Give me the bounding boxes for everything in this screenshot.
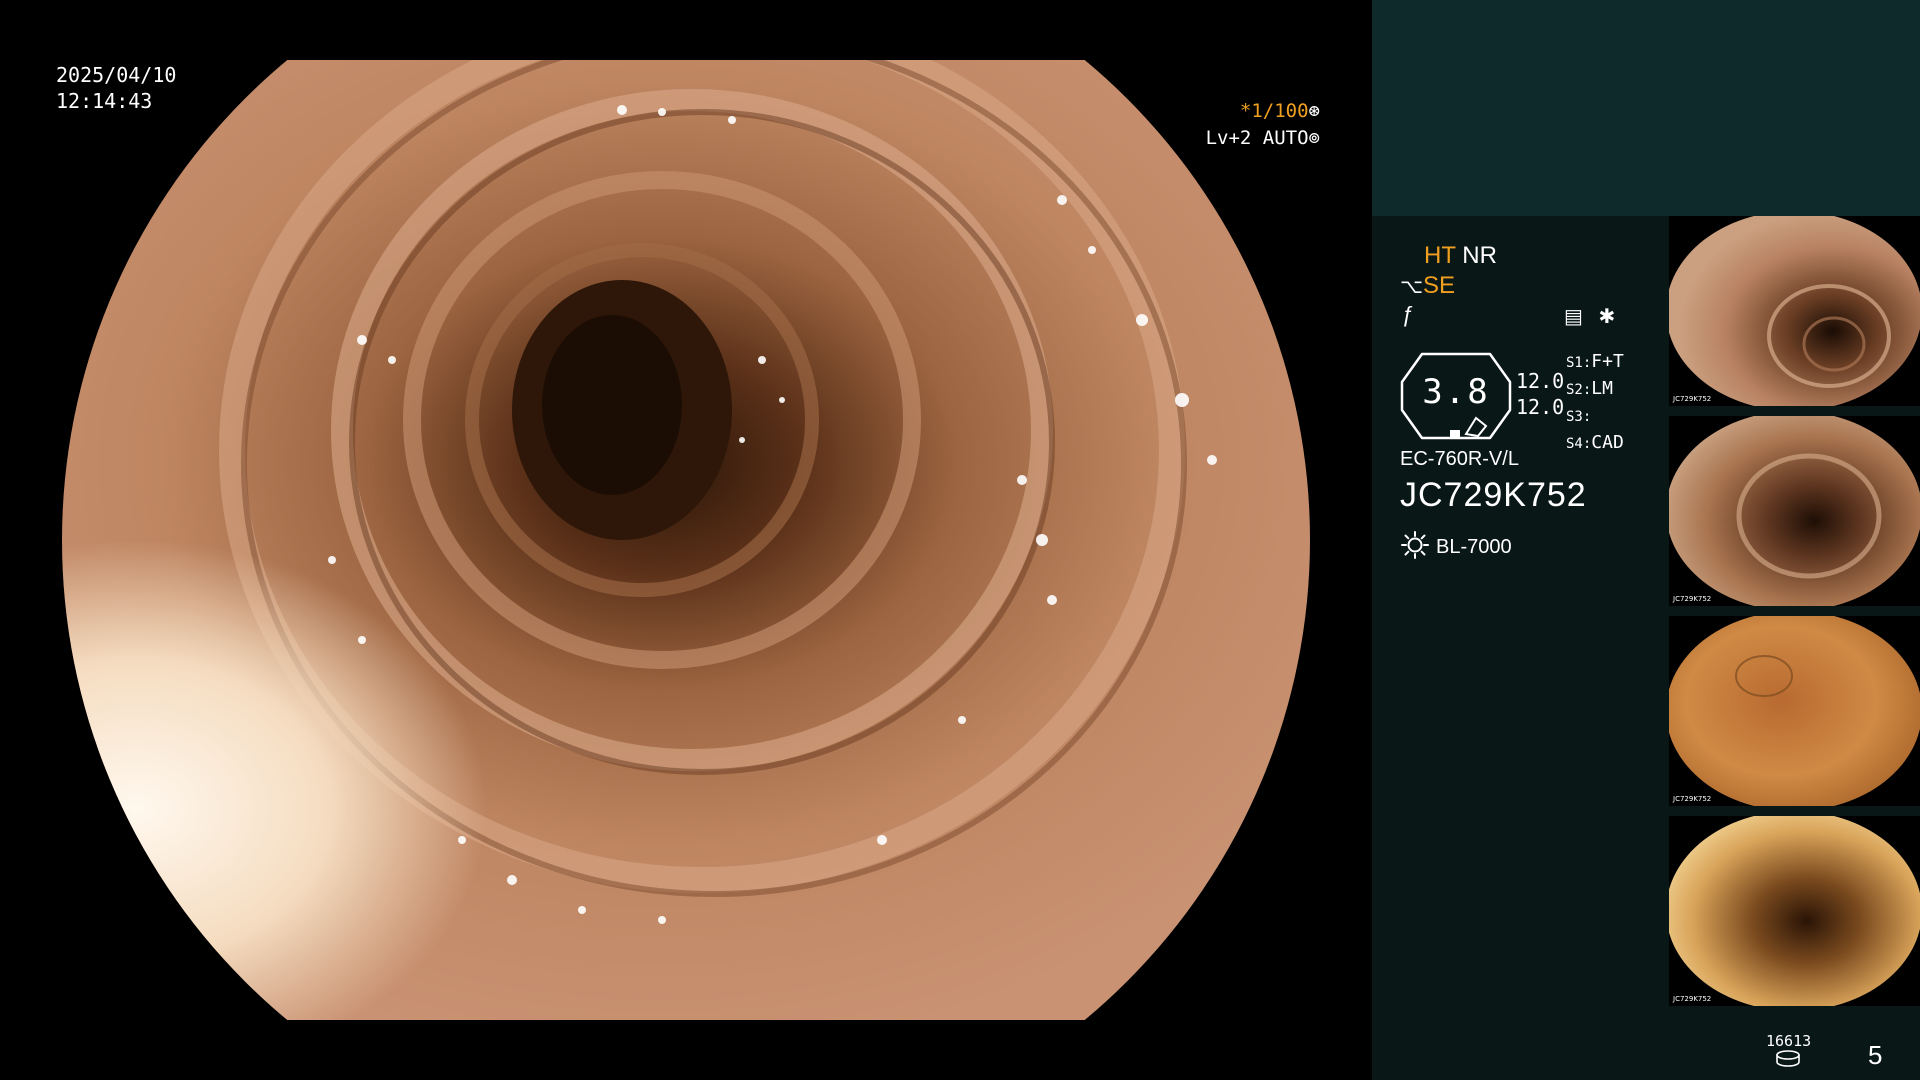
info-panel: HT NR ⌥SE ƒ ▤ ✱ 3.8 12.0 12.0 S1:F+T S2:… <box>1372 0 1920 1080</box>
capture-thumbnail[interactable]: JC729K752 <box>1669 816 1920 1006</box>
light-source-icon <box>1401 531 1429 559</box>
level-text: Lv+2 AUTO <box>1205 127 1309 149</box>
shutter-readout: *1/100⊛ Lv+2 AUTO⊚ <box>1180 98 1320 152</box>
preset-item: S1:F+T <box>1566 351 1624 372</box>
se-label: SE <box>1423 272 1456 299</box>
preset-item: S3: <box>1566 409 1592 425</box>
capture-thumbnail[interactable]: JC729K752 <box>1669 216 1920 406</box>
structure-enhancement-row: ⌥SE <box>1400 272 1455 300</box>
structure-icon: ⌥ <box>1400 276 1424 298</box>
capture-thumbnail[interactable]: JC729K752 <box>1669 416 1920 606</box>
enhancement-row: HT NR <box>1424 242 1497 270</box>
menu-list-icon: ▤ <box>1564 306 1583 328</box>
asterisk-icon: ✱ <box>1598 306 1616 328</box>
svg-text:JC729K752: JC729K752 <box>1672 995 1711 1003</box>
date-time-readout: 2025/04/10 12:14:43 <box>56 62 176 114</box>
page-number: 5 <box>1868 1040 1883 1070</box>
endoscopic-image <box>62 60 1310 1020</box>
function-icon: ƒ <box>1402 302 1415 327</box>
preset-item: S4:CAD <box>1566 432 1624 453</box>
scope-serial-text: JC729K752 <box>1400 476 1587 514</box>
light-source-row: BL-7000 <box>1400 530 1512 560</box>
gain-value-2: 12.0 <box>1516 395 1565 419</box>
gain-value-1: 12.0 <box>1516 369 1565 393</box>
capture-thumbnail[interactable]: JC729K752 <box>1669 616 1920 806</box>
ht-label: HT <box>1424 242 1456 269</box>
svg-text:JC729K752: JC729K752 <box>1672 595 1711 603</box>
shutter-aperture-icon: ⊛ <box>1308 100 1320 122</box>
svg-text:JC729K752: JC729K752 <box>1672 395 1711 403</box>
shutter-speed-text: *1/100 <box>1239 100 1309 122</box>
preset-list: S1:F+T S2:LM S3: S4:CAD <box>1566 349 1624 457</box>
auto-aperture-icon: ⊚ <box>1308 127 1320 149</box>
iris-value: 3.8 <box>1422 372 1490 412</box>
preset-item: S2:LM <box>1566 378 1613 399</box>
storage-disk-icon <box>1776 1050 1800 1067</box>
nr-label: NR <box>1462 242 1497 269</box>
panel-header-area <box>1372 0 1920 216</box>
menu-icons-row: ▤ ✱ <box>1564 304 1615 329</box>
time-text: 12:14:43 <box>56 89 153 113</box>
scope-model-text: EC-760R-V/L <box>1400 448 1519 470</box>
gain-values: 12.0 12.0 <box>1516 368 1564 420</box>
svg-text:JC729K752: JC729K752 <box>1672 795 1711 803</box>
date-text: 2025/04/10 <box>56 63 177 87</box>
image-counter-text: 16613 <box>1766 1032 1812 1050</box>
endoscope-view: 2025/04/10 12:14:43 *1/100⊛ Lv+2 AUTO⊚ <box>0 0 1372 1080</box>
function-icon-row: ƒ <box>1402 302 1414 328</box>
light-source-text: BL-7000 <box>1436 536 1512 558</box>
